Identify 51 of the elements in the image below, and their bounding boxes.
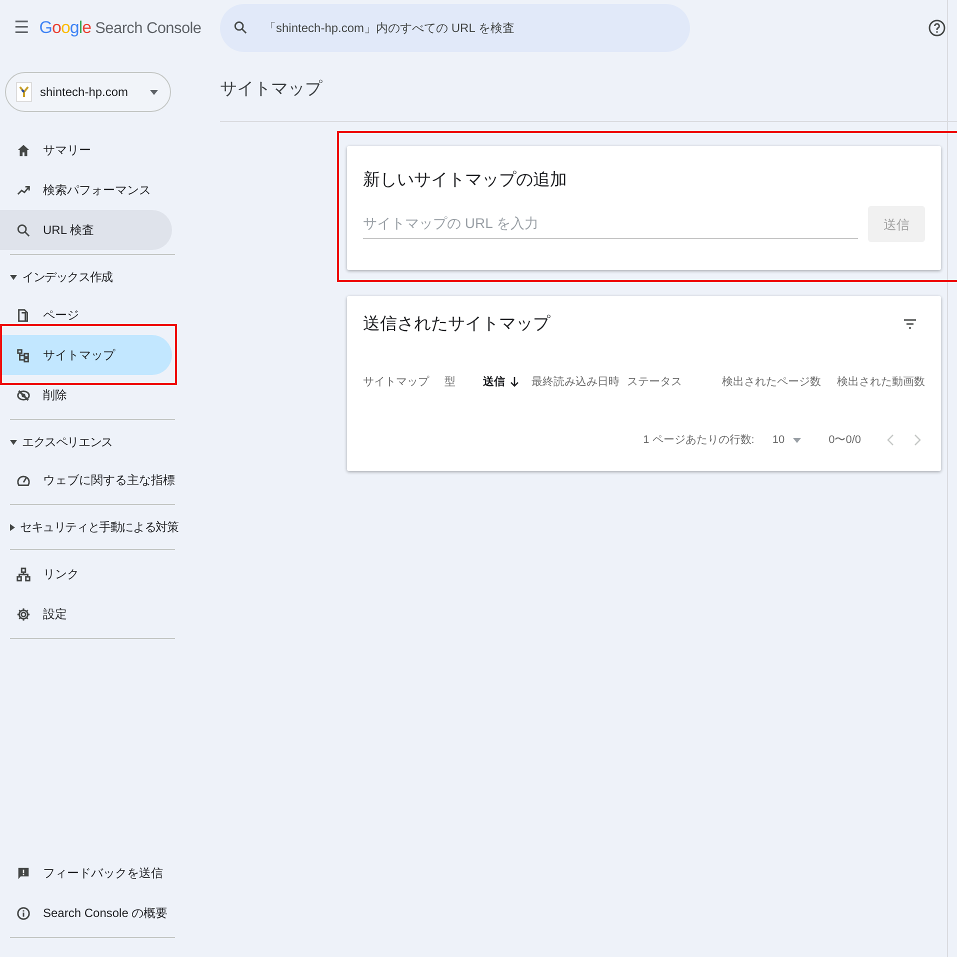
search-icon [16,222,31,238]
nav-item[interactable]: フィードバックを送信 [0,853,172,893]
product-logo: Google Search Console [39,17,202,40]
nav-item[interactable]: ウェブに関する主な指標 [0,460,172,500]
info-icon [16,906,31,920]
column-header[interactable]: 検出されたページ数 [716,374,821,391]
hidden-icon [16,388,31,402]
page-range: 0〜0/0 [828,432,861,448]
home-icon [16,142,31,158]
site-favicon-icon [16,82,32,102]
property-selector[interactable]: shintech-hp.com [5,72,171,112]
disclosure-triangle-icon [10,440,17,444]
settings-icon [16,606,31,622]
search-field[interactable]: 「shintech-hp.com」内のすべての URL を検査 [220,4,690,52]
column-header[interactable]: 型 [444,374,484,391]
nav-item[interactable]: リンク [0,554,172,594]
pages-icon [16,308,31,322]
menu-button[interactable]: ☰ [14,15,30,41]
network-icon [16,566,31,582]
sitemap-icon [16,348,31,362]
dropdown-caret-icon [150,90,158,94]
disclosure-triangle-icon [10,524,15,530]
nav-item[interactable]: Search Console の概要 [0,893,172,933]
nav-item[interactable]: URL 検査 [0,210,172,250]
gauge-icon [16,472,31,488]
nav-item[interactable]: 検索パフォーマンス [0,170,172,210]
nav-section[interactable]: エクスペリエンス [0,424,184,460]
rows-per-page-select[interactable]: 10 [766,430,807,450]
dropdown-caret-icon [792,438,801,443]
page-title: サイトマップ [220,56,957,122]
column-header[interactable]: 検出された動画数 [820,374,925,391]
feedback-icon [16,866,31,880]
nav-item[interactable]: サマリー [0,130,172,170]
nav-section[interactable]: セキュリティと手動による対策 [0,509,184,545]
filter-button[interactable] [903,318,917,330]
card-title: 送信されたサイトマップ [363,314,550,334]
help-button[interactable] [928,19,946,37]
nav-item[interactable]: 設定 [0,594,172,634]
sort-arrow-icon [510,376,520,388]
column-header[interactable]: 最終読み込み日時 [531,374,627,391]
column-header[interactable]: ステータス [626,374,717,391]
nav-item[interactable]: サイトマップ [0,335,172,375]
nav-item[interactable]: ページ [0,295,172,335]
nav-section[interactable]: インデックス作成 [0,259,184,295]
disclosure-triangle-icon [10,274,17,280]
column-header[interactable]: サイトマップ [363,374,444,391]
nav-item[interactable]: 削除 [0,375,172,415]
column-header[interactable]: 送信 [483,374,532,391]
search-icon [233,20,248,35]
card-title: 新しいサイトマップの追加 [363,170,568,190]
rows-per-page-label: 1 ページあたりの行数: [643,432,754,448]
